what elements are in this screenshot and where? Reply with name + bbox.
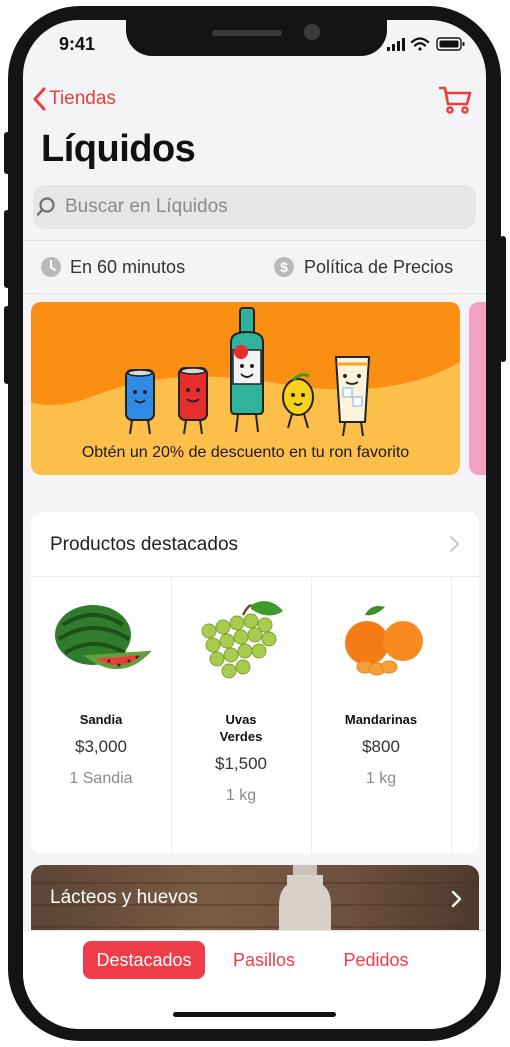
delivery-label: En 60 minutos <box>70 256 186 277</box>
tab-pasillos[interactable]: Pasillos <box>221 941 307 979</box>
speaker <box>212 30 282 36</box>
chevron-left-icon <box>33 87 46 111</box>
home-indicator[interactable] <box>173 1012 336 1017</box>
info-bar: En 60 minutos $ Política de Precios <box>23 240 486 294</box>
status-time: 9:41 <box>59 34 96 54</box>
promo-banner[interactable]: Obtén un 20% de descuento en tu ron favo… <box>31 302 460 475</box>
tab-pedidos[interactable]: Pedidos <box>331 941 421 979</box>
svg-text:$: $ <box>280 259 288 275</box>
category-label: Lácteos y huevos <box>50 887 198 908</box>
search-placeholder: Buscar en Líquidos <box>65 196 228 217</box>
search-input[interactable]: Buscar en Líquidos <box>33 185 476 229</box>
volume-up-button <box>4 210 10 288</box>
chevron-right-icon <box>451 890 462 908</box>
product-unit: 1 kg <box>225 787 257 804</box>
product-card[interactable]: Sandia $3,000 1 Sandia <box>31 577 172 854</box>
pricing-label: Política de Precios <box>304 256 454 277</box>
product-name: Mandarinas <box>344 712 418 727</box>
dollar-icon: $ <box>274 257 294 277</box>
signal-icon <box>387 38 405 51</box>
back-button[interactable]: Tiendas <box>31 86 116 112</box>
lemon-icon <box>282 373 314 429</box>
promo-text: Obtén un 20% de descuento en tu ron favo… <box>81 444 410 461</box>
product-card[interactable]: Mandarinas $800 1 kg <box>311 577 452 854</box>
product-card[interactable]: Uvas Verdes $1,500 1 kg <box>171 577 312 854</box>
product-price: $800 <box>362 737 400 756</box>
pricing-policy-link[interactable]: $ Política de Precios <box>273 241 453 293</box>
blue-can-icon <box>125 369 155 435</box>
wifi-icon <box>410 37 430 51</box>
product-unit: 1 kg <box>365 770 397 787</box>
tab-destacados[interactable]: Destacados <box>83 941 205 979</box>
product-name: Sandia <box>79 712 123 727</box>
product-name: Uvas Verdes <box>171 711 311 745</box>
next-banner-peek[interactable] <box>469 302 486 475</box>
phone-screen: 9:41 Tiendas Líquidos Buscar en Líquidos… <box>23 20 486 1029</box>
cart-icon[interactable] <box>439 84 473 116</box>
power-button <box>500 236 506 362</box>
status-icons <box>387 37 465 51</box>
product-price: $3,000 <box>75 737 127 756</box>
search-icon <box>36 197 55 216</box>
front-camera <box>304 24 320 40</box>
battery-icon <box>436 37 465 51</box>
delivery-info: En 60 minutos <box>40 241 185 293</box>
notch <box>126 20 387 56</box>
tangerines-image <box>345 606 423 676</box>
chevron-right-icon <box>449 535 460 553</box>
featured-section: Productos destacados Sandia $3,000 1 San… <box>31 512 479 854</box>
volume-down-button <box>4 306 10 384</box>
product-price: $1,500 <box>215 754 267 773</box>
back-label: Tiendas <box>49 88 116 109</box>
product-unit: 1 Sandia <box>69 770 133 787</box>
clock-icon <box>41 257 61 277</box>
glass-icon <box>334 356 371 437</box>
featured-header[interactable]: Productos destacados <box>31 512 479 577</box>
silent-switch <box>4 132 10 174</box>
featured-title: Productos destacados <box>50 534 239 555</box>
product-name-line2: Verdes <box>219 729 263 744</box>
grapes-image <box>201 601 283 679</box>
page-title: Líquidos <box>41 128 196 170</box>
product-name-line1: Uvas <box>225 712 257 727</box>
red-can-icon <box>178 367 208 435</box>
category-card[interactable]: Lácteos y huevos <box>31 865 479 940</box>
watermelon-image <box>55 605 151 670</box>
